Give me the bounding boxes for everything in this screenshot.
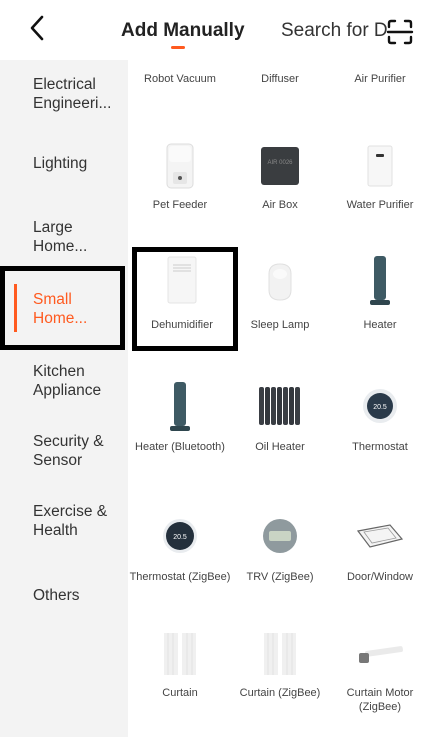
dehumidifier-icon xyxy=(130,250,234,310)
device-label: Heater (Bluetooth) xyxy=(135,441,225,453)
device-grid: Robot Vacuum Diffuser Air Purifier Pet F… xyxy=(128,60,432,737)
device-label: Water Purifier xyxy=(346,199,414,211)
device-curtain-motor-zigbee[interactable]: Curtain Motor (ZigBee) xyxy=(328,624,432,734)
scan-icon xyxy=(386,19,414,45)
device-pet-feeder[interactable]: Pet Feeder xyxy=(128,132,232,222)
device-trv-zigbee[interactable]: TRV (ZigBee) xyxy=(228,506,332,606)
device-label: Pet Feeder xyxy=(152,199,208,211)
header: Add Manually Search for D xyxy=(0,0,432,60)
category-sidebar: Electrical Engineeri... Lighting Large H… xyxy=(0,60,128,737)
device-curtain[interactable]: Curtain xyxy=(128,624,232,734)
device-label: Curtain xyxy=(162,687,198,699)
device-thermostat[interactable]: 20.5 Thermostat xyxy=(328,376,432,476)
back-button[interactable] xyxy=(28,14,52,44)
sidebar-item-electrical[interactable]: Electrical Engineeri... xyxy=(33,75,125,113)
sidebar-item-small-home[interactable]: Small Home... xyxy=(33,290,103,328)
curtain-icon xyxy=(128,624,232,684)
air-box-screen-top: AIR 0026 xyxy=(267,160,293,166)
sidebar-item-label: Exercise & Health xyxy=(33,503,108,539)
sidebar-item-label: Others xyxy=(33,587,80,604)
sidebar-item-security[interactable]: Security & Sensor xyxy=(33,432,117,470)
sidebar-item-lighting[interactable]: Lighting xyxy=(33,154,125,173)
device-sleep-lamp[interactable]: Sleep Lamp xyxy=(228,250,332,340)
air-box-icon: AIR 0026 xyxy=(228,136,332,196)
device-label: Dehumidifier xyxy=(151,319,213,331)
device-diffuser[interactable]: Diffuser xyxy=(228,60,332,100)
device-label: Oil Heater xyxy=(255,441,305,453)
sidebar-item-others[interactable]: Others xyxy=(33,586,125,605)
sidebar-item-label: Electrical Engineeri... xyxy=(33,76,112,112)
heater-icon xyxy=(328,250,432,310)
sleep-lamp-icon xyxy=(228,252,332,312)
device-heater-bluetooth[interactable]: Heater (Bluetooth) xyxy=(128,376,232,476)
device-label: Curtain Motor (ZigBee) xyxy=(346,687,414,713)
tab-add-manually[interactable]: Add Manually xyxy=(121,20,245,49)
tab-add-manually-label: Add Manually xyxy=(121,20,245,41)
device-label: Air Purifier xyxy=(354,73,406,85)
device-curtain-zigbee[interactable]: Curtain (ZigBee) xyxy=(228,624,332,734)
heater-bluetooth-icon xyxy=(128,376,232,436)
device-label: Robot Vacuum xyxy=(144,73,216,85)
device-dehumidifier[interactable]: Dehumidifier xyxy=(130,250,234,340)
device-label: Curtain (ZigBee) xyxy=(239,687,321,699)
device-label: Thermostat (ZigBee) xyxy=(129,571,231,583)
device-air-purifier[interactable]: Air Purifier xyxy=(328,60,432,100)
thermostat-icon: 20.5 xyxy=(328,376,432,436)
sidebar-item-label: Kitchen Appliance xyxy=(33,363,102,399)
device-robot-vacuum[interactable]: Robot Vacuum xyxy=(128,60,232,100)
sidebar-item-label: Large Home... xyxy=(33,219,88,255)
sidebar-item-large-home[interactable]: Large Home... xyxy=(33,218,111,256)
device-label: Sleep Lamp xyxy=(250,319,310,331)
sidebar-item-exercise[interactable]: Exercise & Health xyxy=(33,502,113,540)
device-door-window[interactable]: Door/Window xyxy=(328,506,432,606)
trv-icon xyxy=(228,506,332,566)
device-oil-heater[interactable]: Oil Heater xyxy=(228,376,332,476)
device-water-purifier[interactable]: Water Purifier xyxy=(328,132,432,222)
sidebar-item-label: Security & Sensor xyxy=(33,433,104,469)
chevron-left-icon xyxy=(30,15,44,41)
device-heater[interactable]: Heater xyxy=(328,250,432,340)
thermostat-zigbee-reading: 20.5 xyxy=(173,534,187,541)
active-tab-indicator xyxy=(171,46,185,49)
curtain-motor-icon xyxy=(328,624,432,684)
door-window-icon xyxy=(328,506,432,566)
device-label: Air Box xyxy=(262,199,298,211)
sidebar-item-label: Small Home... xyxy=(33,291,88,327)
curtain-zigbee-icon xyxy=(228,624,332,684)
oil-heater-icon xyxy=(228,376,332,436)
device-label: Thermostat xyxy=(352,441,408,453)
device-label: Diffuser xyxy=(261,73,299,85)
thermostat-zigbee-icon: 20.5 xyxy=(128,506,232,566)
pet-feeder-icon xyxy=(128,136,232,196)
device-label: Door/Window xyxy=(346,571,414,583)
thermostat-reading: 20.5 xyxy=(373,404,387,411)
scan-button[interactable] xyxy=(386,18,414,46)
device-label: TRV (ZigBee) xyxy=(246,571,314,583)
device-label: Heater xyxy=(363,319,397,331)
active-category-indicator xyxy=(14,284,17,332)
device-thermostat-zigbee[interactable]: 20.5 Thermostat (ZigBee) xyxy=(128,506,232,606)
diffuser-icon xyxy=(228,10,332,70)
water-purifier-icon xyxy=(328,136,432,196)
sidebar-item-kitchen[interactable]: Kitchen Appliance xyxy=(33,362,113,400)
sidebar-item-label: Lighting xyxy=(33,155,88,172)
device-air-box[interactable]: AIR 0026 Air Box xyxy=(228,132,332,222)
